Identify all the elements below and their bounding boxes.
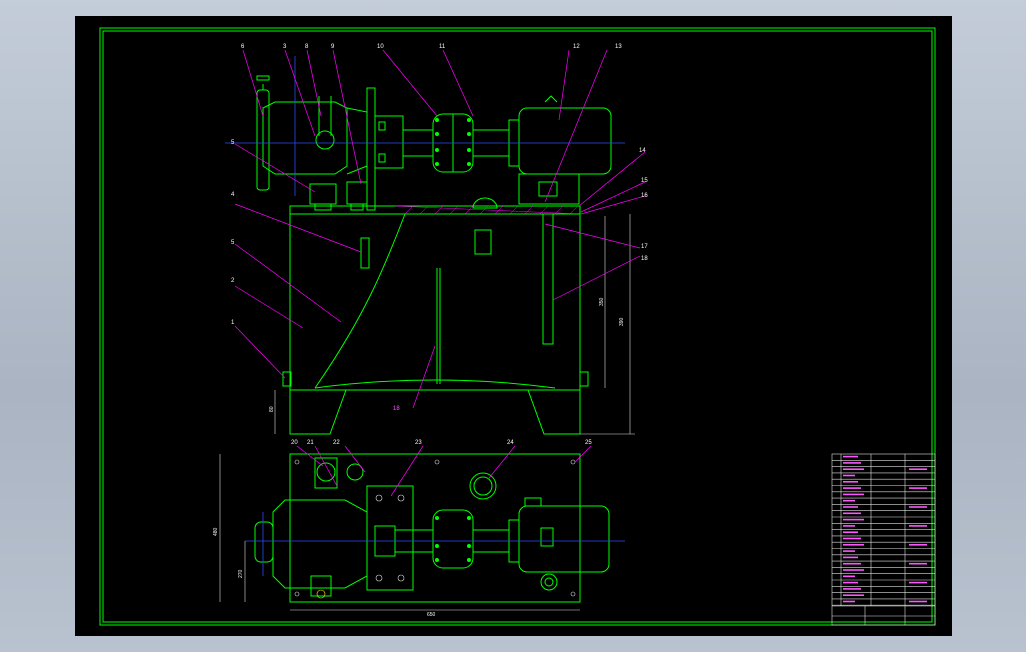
parts-list-entry-mark	[843, 468, 864, 470]
parts-list-entry-mark	[843, 474, 855, 477]
dim-pump-offset: 270	[238, 569, 244, 578]
dim-base-length: 650	[427, 612, 436, 618]
label-11: 11	[439, 44, 446, 50]
top-view: 480 270 650	[213, 453, 625, 618]
label-16: 16	[641, 193, 648, 199]
parts-list-entry-mark	[843, 518, 864, 521]
label-8: 8	[305, 44, 309, 50]
label-25: 25	[585, 440, 592, 446]
motor-top	[518, 505, 610, 573]
label-5: 5	[231, 240, 235, 246]
parts-list-entry-mark	[909, 468, 927, 470]
filler-pipe	[474, 229, 492, 255]
handwheel-icon	[256, 75, 270, 81]
dim-leg-height: 80	[269, 406, 275, 412]
label-3: 3	[283, 44, 287, 50]
motor	[518, 107, 612, 175]
valve-left	[309, 183, 337, 205]
outer-frame	[99, 27, 936, 626]
label-18: 18	[641, 256, 648, 262]
front-view: 390 350 80	[225, 56, 635, 435]
parts-list-entry-mark	[909, 562, 927, 565]
parts-list-entry-mark	[843, 462, 861, 464]
parts-list-entry-mark	[843, 575, 855, 578]
dim-inner-height: 350	[599, 297, 605, 306]
label-24: 24	[507, 440, 514, 446]
parts-list-entry-mark	[843, 487, 861, 489]
terminal-box	[540, 527, 554, 547]
engineering-drawing: 390 350 80 6 3 8 9 10 11 12 13 14 15 16 …	[99, 27, 936, 626]
mounting-block	[366, 485, 414, 591]
label-1: 1	[231, 320, 235, 326]
label-20: 20	[291, 440, 298, 446]
dim-base-width: 480	[213, 527, 219, 536]
parts-list-entry-mark	[843, 588, 861, 590]
coupling-top	[432, 509, 474, 569]
parts-list-entry-mark	[843, 481, 858, 483]
label-21: 21	[307, 440, 314, 446]
pump-head	[254, 521, 274, 563]
label-23: 23	[415, 440, 422, 446]
parts-list-entry-mark	[843, 569, 864, 571]
tank-cutaway	[314, 213, 406, 389]
foot-left	[289, 389, 347, 435]
parts-list-entry-mark	[843, 537, 861, 540]
parts-list-entry-mark	[909, 506, 927, 508]
valve-right	[346, 181, 368, 205]
parts-list-entry-mark	[843, 600, 855, 603]
oil-tank	[289, 213, 581, 391]
parts-list-entry-mark	[843, 506, 858, 508]
label-17: 17	[641, 244, 648, 250]
top-cover	[289, 205, 581, 215]
parts-list-entry-mark	[843, 594, 864, 596]
parts-list-entry-mark	[843, 556, 858, 559]
label-12: 12	[573, 44, 580, 50]
level-gauge	[360, 237, 370, 269]
return-pipe	[542, 213, 554, 345]
label-22: 22	[333, 440, 340, 446]
label-6: 6	[241, 44, 245, 50]
parts-list-entry-mark	[843, 544, 864, 546]
label-10: 10	[377, 44, 384, 50]
parts-list-entry-mark	[843, 525, 855, 527]
title-block	[831, 453, 936, 626]
drawing-sheet: 390 350 80 6 3 8 9 10 11 12 13 14 15 16 …	[75, 16, 952, 636]
parts-list-entry-mark	[843, 581, 858, 584]
parts-list-entry-mark	[909, 544, 927, 546]
label-15: 15	[641, 178, 648, 184]
parts-list-entry-mark	[909, 581, 927, 584]
tank-bottom-note: 18	[393, 406, 400, 412]
motor-base	[518, 173, 580, 205]
label-4: 4	[231, 192, 235, 198]
tank-bottom	[314, 379, 556, 389]
label-13: 13	[615, 44, 622, 50]
parts-list-entry-mark	[843, 550, 855, 552]
parts-list-entry-mark	[843, 499, 855, 502]
pump-top	[272, 499, 368, 589]
parts-list-entry-mark	[843, 493, 864, 496]
label-2: 2	[231, 278, 235, 284]
label-9: 9	[331, 44, 335, 50]
label-14: 14	[639, 148, 646, 154]
pump-body	[262, 101, 348, 175]
dim-tank-height: 390	[619, 317, 625, 326]
parts-list-entry-mark	[909, 525, 927, 527]
parts-list-table	[831, 453, 936, 626]
foot-right	[527, 389, 581, 435]
parts-list-entry-mark	[843, 512, 861, 515]
parts-list-entry-mark	[843, 455, 858, 458]
mounting-plate	[366, 87, 376, 211]
parts-list-entry-mark	[909, 600, 927, 603]
parts-list-entry-mark	[843, 562, 861, 565]
parts-list-entry-mark	[843, 531, 858, 533]
parts-list-entry-mark	[909, 487, 927, 489]
